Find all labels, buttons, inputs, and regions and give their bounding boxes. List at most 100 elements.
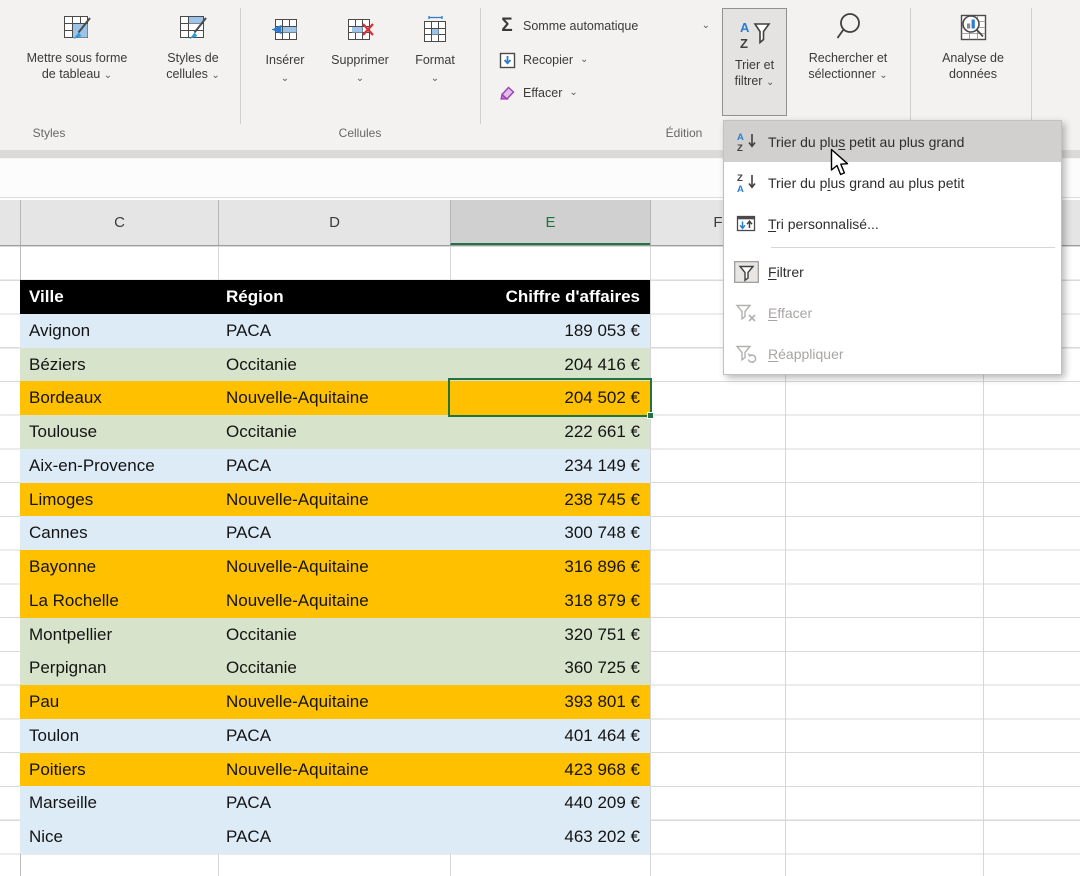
delete-cells-button[interactable]: Supprimer ⌄ <box>322 8 398 84</box>
cell-region[interactable]: Occitanie <box>218 348 450 382</box>
cell-ca[interactable]: 204 416 € <box>450 348 650 382</box>
sort-filter-icon: A Z <box>737 13 773 57</box>
table-row[interactable]: Pau Nouvelle-Aquitaine 393 801 € <box>20 685 650 719</box>
cell-region[interactable]: Nouvelle-Aquitaine <box>218 550 450 584</box>
cell-ville[interactable]: Marseille <box>20 786 218 820</box>
cell-region[interactable]: Occitanie <box>218 651 450 685</box>
cell-ca[interactable]: 401 464 € <box>450 719 650 753</box>
table-row[interactable]: Toulouse Occitanie 222 661 € <box>20 415 650 449</box>
insert-cells-label: Insérer <box>265 53 305 67</box>
cell-ville[interactable]: Cannes <box>20 516 218 550</box>
column-header-d[interactable]: D <box>218 200 450 245</box>
cell-ca[interactable]: 440 209 € <box>450 786 650 820</box>
cell-region[interactable]: PACA <box>218 314 450 348</box>
table-row[interactable]: Poitiers Nouvelle-Aquitaine 423 968 € <box>20 752 650 787</box>
menu-item-custom-sort[interactable]: Tri personnalisé... <box>724 203 1061 244</box>
svg-text:A: A <box>737 132 744 143</box>
cell-ca[interactable]: 463 202 € <box>450 820 650 854</box>
cell-ca[interactable]: 360 725 € <box>450 651 650 685</box>
cell-ville[interactable]: Toulouse <box>20 415 218 449</box>
cell-region[interactable]: Nouvelle-Aquitaine <box>218 753 450 787</box>
fill-handle[interactable] <box>647 412 654 419</box>
table-row[interactable]: Toulon PACA 401 464 € <box>20 718 650 753</box>
cell-ca[interactable]: 300 748 € <box>450 516 650 550</box>
cell-region[interactable]: PACA <box>218 820 450 854</box>
cell-ca[interactable]: 189 053 € <box>450 314 650 348</box>
cell-ca[interactable]: 222 661 € <box>450 415 650 449</box>
column-header-e-selected[interactable]: E <box>450 200 650 245</box>
analyze-data-button[interactable]: Analyse de données <box>915 6 1031 82</box>
cell-ville[interactable]: Toulon <box>20 719 218 753</box>
table-row[interactable]: Aix-en-Provence PACA 234 149 € <box>20 448 650 483</box>
cell-ville[interactable]: Montpellier <box>20 618 218 652</box>
chevron-down-icon: ⌄ <box>879 70 888 81</box>
cell-ville[interactable]: Poitiers <box>20 753 218 787</box>
cell-ca[interactable]: 423 968 € <box>450 753 650 787</box>
fill-button[interactable]: Recopier ⌄ <box>496 47 656 73</box>
find-select-button[interactable]: Rechercher et sélectionner ⌄ <box>790 6 906 82</box>
mouse-cursor <box>830 148 852 183</box>
sort-filter-button[interactable]: A Z Trier et filtrer ⌄ <box>722 8 787 116</box>
cell-region[interactable]: Nouvelle-Aquitaine <box>218 584 450 618</box>
insert-cells-button[interactable]: Insérer ⌄ <box>253 8 317 84</box>
cell-ville[interactable]: Nice <box>20 820 218 854</box>
cell-styles-icon <box>177 6 209 50</box>
sort-filter-label-2: filtrer ⌄ <box>734 74 775 88</box>
cell-region[interactable]: Nouvelle-Aquitaine <box>218 685 450 719</box>
cell-ville[interactable]: Avignon <box>20 314 218 348</box>
cell-ca[interactable]: 393 801 € <box>450 685 650 719</box>
active-cell-selection[interactable] <box>448 378 654 419</box>
cell-region[interactable]: PACA <box>218 719 450 753</box>
cell-ca[interactable]: 234 149 € <box>450 449 650 483</box>
cell-ca[interactable]: 318 879 € <box>450 584 650 618</box>
cell-region[interactable]: PACA <box>218 516 450 550</box>
table-row[interactable]: Bayonne Nouvelle-Aquitaine 316 896 € <box>20 550 650 584</box>
cell-region[interactable]: Occitanie <box>218 618 450 652</box>
cell-ville[interactable]: La Rochelle <box>20 584 218 618</box>
clear-button[interactable]: Effacer ⌄ <box>496 80 656 106</box>
filter-icon <box>724 260 768 283</box>
cell-region[interactable]: Nouvelle-Aquitaine <box>218 483 450 517</box>
cell-region[interactable]: PACA <box>218 449 450 483</box>
chevron-down-icon: ⌄ <box>355 73 365 84</box>
table-row[interactable]: Avignon PACA 189 053 € <box>20 313 650 348</box>
cell-region[interactable]: PACA <box>218 786 450 820</box>
column-header-c[interactable]: C <box>20 200 218 245</box>
table-row[interactable]: Perpignan Occitanie 360 725 € <box>20 651 650 685</box>
menu-item-filter[interactable]: Filtrer <box>724 251 1061 292</box>
table-header-row[interactable]: Ville Région Chiffre d'affaires <box>20 280 650 314</box>
cell-ville[interactable]: Bayonne <box>20 550 218 584</box>
cell-ville[interactable]: Béziers <box>20 348 218 382</box>
table-row[interactable]: Cannes PACA 300 748 € <box>20 516 650 550</box>
format-as-table-icon <box>61 6 93 50</box>
format-cells-label: Format <box>415 53 455 67</box>
delete-cells-icon <box>345 8 375 52</box>
cell-ca[interactable]: 320 751 € <box>450 618 650 652</box>
cell-styles-button[interactable]: Styles de cellules ⌄ <box>152 6 234 82</box>
table-row[interactable]: Marseille PACA 440 209 € <box>20 786 650 820</box>
table-row[interactable]: Nice PACA 463 202 € <box>20 820 650 854</box>
autosum-button[interactable]: Σ Somme automatique ⌄ <box>496 13 718 39</box>
format-as-table-button[interactable]: Mettre sous forme de tableau ⌄ <box>4 6 150 82</box>
cell-ville[interactable]: Aix-en-Provence <box>20 449 218 483</box>
cell-ca[interactable]: 316 896 € <box>450 550 650 584</box>
chevron-down-icon: ⌄ <box>211 70 220 81</box>
cell-ville[interactable]: Pau <box>20 685 218 719</box>
format-as-table-label-1: Mettre sous forme <box>26 51 128 65</box>
cell-ville[interactable]: Limoges <box>20 483 218 517</box>
analyze-data-icon <box>956 6 990 50</box>
cell-region[interactable]: Nouvelle-Aquitaine <box>218 381 450 415</box>
menu-item-sort-ascending[interactable]: A Z Trier du plus petit au plus grand <box>724 121 1061 162</box>
cell-region[interactable]: Occitanie <box>218 415 450 449</box>
cell-ville[interactable]: Bordeaux <box>20 381 218 415</box>
table-row[interactable]: La Rochelle Nouvelle-Aquitaine 318 879 € <box>20 583 650 618</box>
menu-item-sort-descending[interactable]: Z A Trier du plus grand au plus petit <box>724 162 1061 203</box>
format-cells-button[interactable]: Format ⌄ <box>404 8 466 84</box>
find-select-label-1: Rechercher et <box>808 51 888 65</box>
table-row[interactable]: Montpellier Occitanie 320 751 € <box>20 617 650 652</box>
cell-ca[interactable]: 238 745 € <box>450 483 650 517</box>
table-row[interactable]: Béziers Occitanie 204 416 € <box>20 347 650 382</box>
chevron-down-icon: ⌄ <box>103 70 113 81</box>
cell-ville[interactable]: Perpignan <box>20 651 218 685</box>
table-row[interactable]: Limoges Nouvelle-Aquitaine 238 745 € <box>20 482 650 517</box>
